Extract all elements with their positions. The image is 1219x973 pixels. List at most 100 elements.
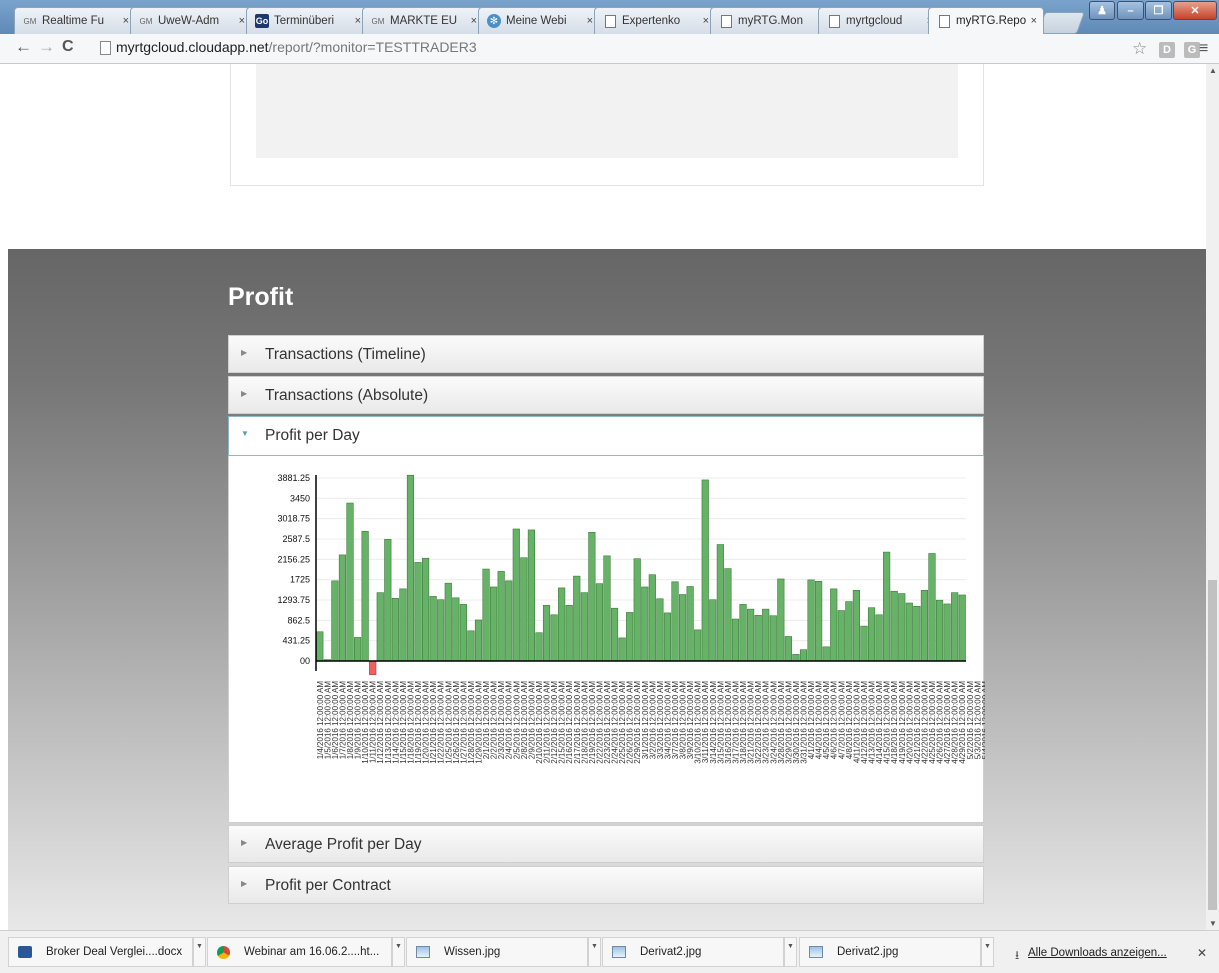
chart-bar [762,608,770,662]
scrollbar-thumb[interactable] [1208,580,1217,910]
profit-per-day-chart: 00 431.25 862.5 1293.75 1725 2156.25 2587.5 301… [277,473,985,764]
y-tick-label: 3450 [290,493,310,503]
download-name: Webinar am 16.06.2....ht... [244,946,380,958]
tab-label: MÄRKTE EU [390,15,458,27]
chart-bar [603,555,611,662]
chart-bar [784,636,792,662]
browser-tab[interactable]: Go Terminüberi × [246,7,368,34]
show-all-downloads-link[interactable]: Alle Downloads anzeigen... [1028,947,1167,959]
close-icon[interactable]: × [471,15,477,27]
download-arrow-icon: ⭳ [1015,948,1020,962]
download-menu-arrow-icon[interactable]: ▼ [784,937,797,967]
scroll-down-arrow-icon[interactable]: ▼ [1209,919,1217,928]
vertical-scrollbar[interactable]: ▲ ▼ [1206,64,1219,930]
close-icon[interactable]: × [123,15,129,27]
minimize-button[interactable]: – [1117,1,1144,20]
chart-bar [860,625,868,662]
close-icon[interactable]: ✕ [1197,946,1207,960]
extension-d-icon[interactable]: D [1159,42,1175,58]
extension-g-icon[interactable]: G [1184,42,1200,58]
chart-bar [406,474,415,662]
accordion-label: Profit per Contract [265,877,391,894]
chart-bar [558,587,566,662]
browser-tab[interactable]: Expertenko × [594,7,716,34]
url-text[interactable]: myrtgcloud.cloudapp.net/report/?monitor=… [116,39,477,55]
browser-tab[interactable]: myrtgcloud × [818,7,940,34]
chart-bar [648,574,656,662]
close-icon[interactable]: × [703,15,709,27]
download-menu-arrow-icon[interactable]: ▼ [193,937,206,967]
close-icon[interactable]: × [355,15,361,27]
download-item[interactable]: Webinar am 16.06.2....ht... [207,937,392,967]
scroll-up-arrow-icon[interactable]: ▲ [1209,66,1217,75]
download-item[interactable]: Broker Deal Verglei....docx [8,937,193,967]
tab-label: myRTG.Mon [738,15,803,27]
address-bar[interactable]: myrtgcloud.cloudapp.net/report/?monitor=… [96,37,1116,58]
menu-hamburger-icon[interactable]: ≡ [1199,40,1208,58]
y-tick-label: 2156.25 [277,554,310,564]
chart-bar [951,592,959,662]
chevron-right-icon: ▶ [241,389,248,398]
browser-tab[interactable]: GM MÄRKTE EU × [362,7,484,34]
y-tick-label: 2587.5 [282,534,310,544]
browser-tab[interactable]: ✻ Meine Webi × [478,7,600,34]
chart-bar [694,629,702,662]
chart-bar [815,581,823,662]
download-name: Broker Deal Verglei....docx [46,946,183,958]
accordion-average-profit-per-day[interactable]: ▶ Average Profit per Day [228,825,984,863]
download-name: Wissen.jpg [444,946,501,958]
chart-bar [467,630,475,662]
accordion-profit-per-day[interactable]: ▼ Profit per Day [228,416,984,456]
chart-bar [830,588,838,662]
new-tab-button[interactable] [1036,12,1086,34]
page-icon [100,41,111,55]
chart-bar [799,649,808,662]
accordion-transactions-timeline[interactable]: ▶ Transactions (Timeline) [228,335,984,373]
download-menu-arrow-icon[interactable]: ▼ [392,937,405,967]
chart-bar [656,598,664,662]
download-item[interactable]: Derivat2.jpg [799,937,981,967]
accordion-label: Profit per Day [265,427,360,444]
chart-bar [618,637,626,662]
chart-bar [550,614,558,662]
chart-bar [474,619,483,662]
close-icon[interactable]: × [239,15,245,27]
accordion-profit-per-contract[interactable]: ▶ Profit per Contract [228,866,984,904]
download-item[interactable]: Derivat2.jpg [602,937,784,967]
chart-bar [898,593,906,662]
tab-label: Realtime Fu [42,15,104,27]
accordion-transactions-absolute[interactable]: ▶ Transactions (Absolute) [228,376,984,414]
browser-tab[interactable]: GM Realtime Fu × [14,7,136,34]
browser-tab-active[interactable]: myRTG.Repo × [928,7,1044,34]
chart-bar [437,599,445,662]
chart-bar [535,632,543,662]
back-arrow-icon[interactable]: ← [15,37,32,57]
tab-label: Expertenko [622,15,681,27]
chart-bar [580,592,588,662]
window-close-button[interactable]: ✕ [1173,1,1217,20]
chart-bar [686,586,694,662]
chart-bar [724,568,732,662]
chart-bar [444,582,452,662]
chart-bar [497,571,505,662]
reload-icon[interactable]: C [62,38,74,56]
close-icon[interactable]: × [1031,15,1037,27]
download-menu-arrow-icon[interactable]: ▼ [981,937,994,967]
tab-label: Terminüberi [274,15,335,27]
close-icon[interactable]: × [587,15,593,27]
chrome-icon [217,945,230,959]
gm-icon: GM [23,16,37,26]
chart-bar [769,615,777,662]
chart-bar [573,575,581,662]
chart-bar [731,618,740,662]
download-menu-arrow-icon[interactable]: ▼ [588,937,601,967]
download-item[interactable]: Wissen.jpg [406,937,588,967]
user-profile-icon[interactable]: ♟ [1089,1,1115,20]
bookmark-star-icon[interactable]: ☆ [1132,39,1147,59]
chart-bar [883,551,891,662]
browser-tab[interactable]: myRTG.Mon × [710,7,832,34]
image-icon [416,946,430,958]
forward-arrow-icon[interactable]: → [38,37,55,57]
browser-tab[interactable]: GM UweW-Adm × [130,7,252,34]
maximize-button[interactable]: ❐ [1145,1,1172,20]
